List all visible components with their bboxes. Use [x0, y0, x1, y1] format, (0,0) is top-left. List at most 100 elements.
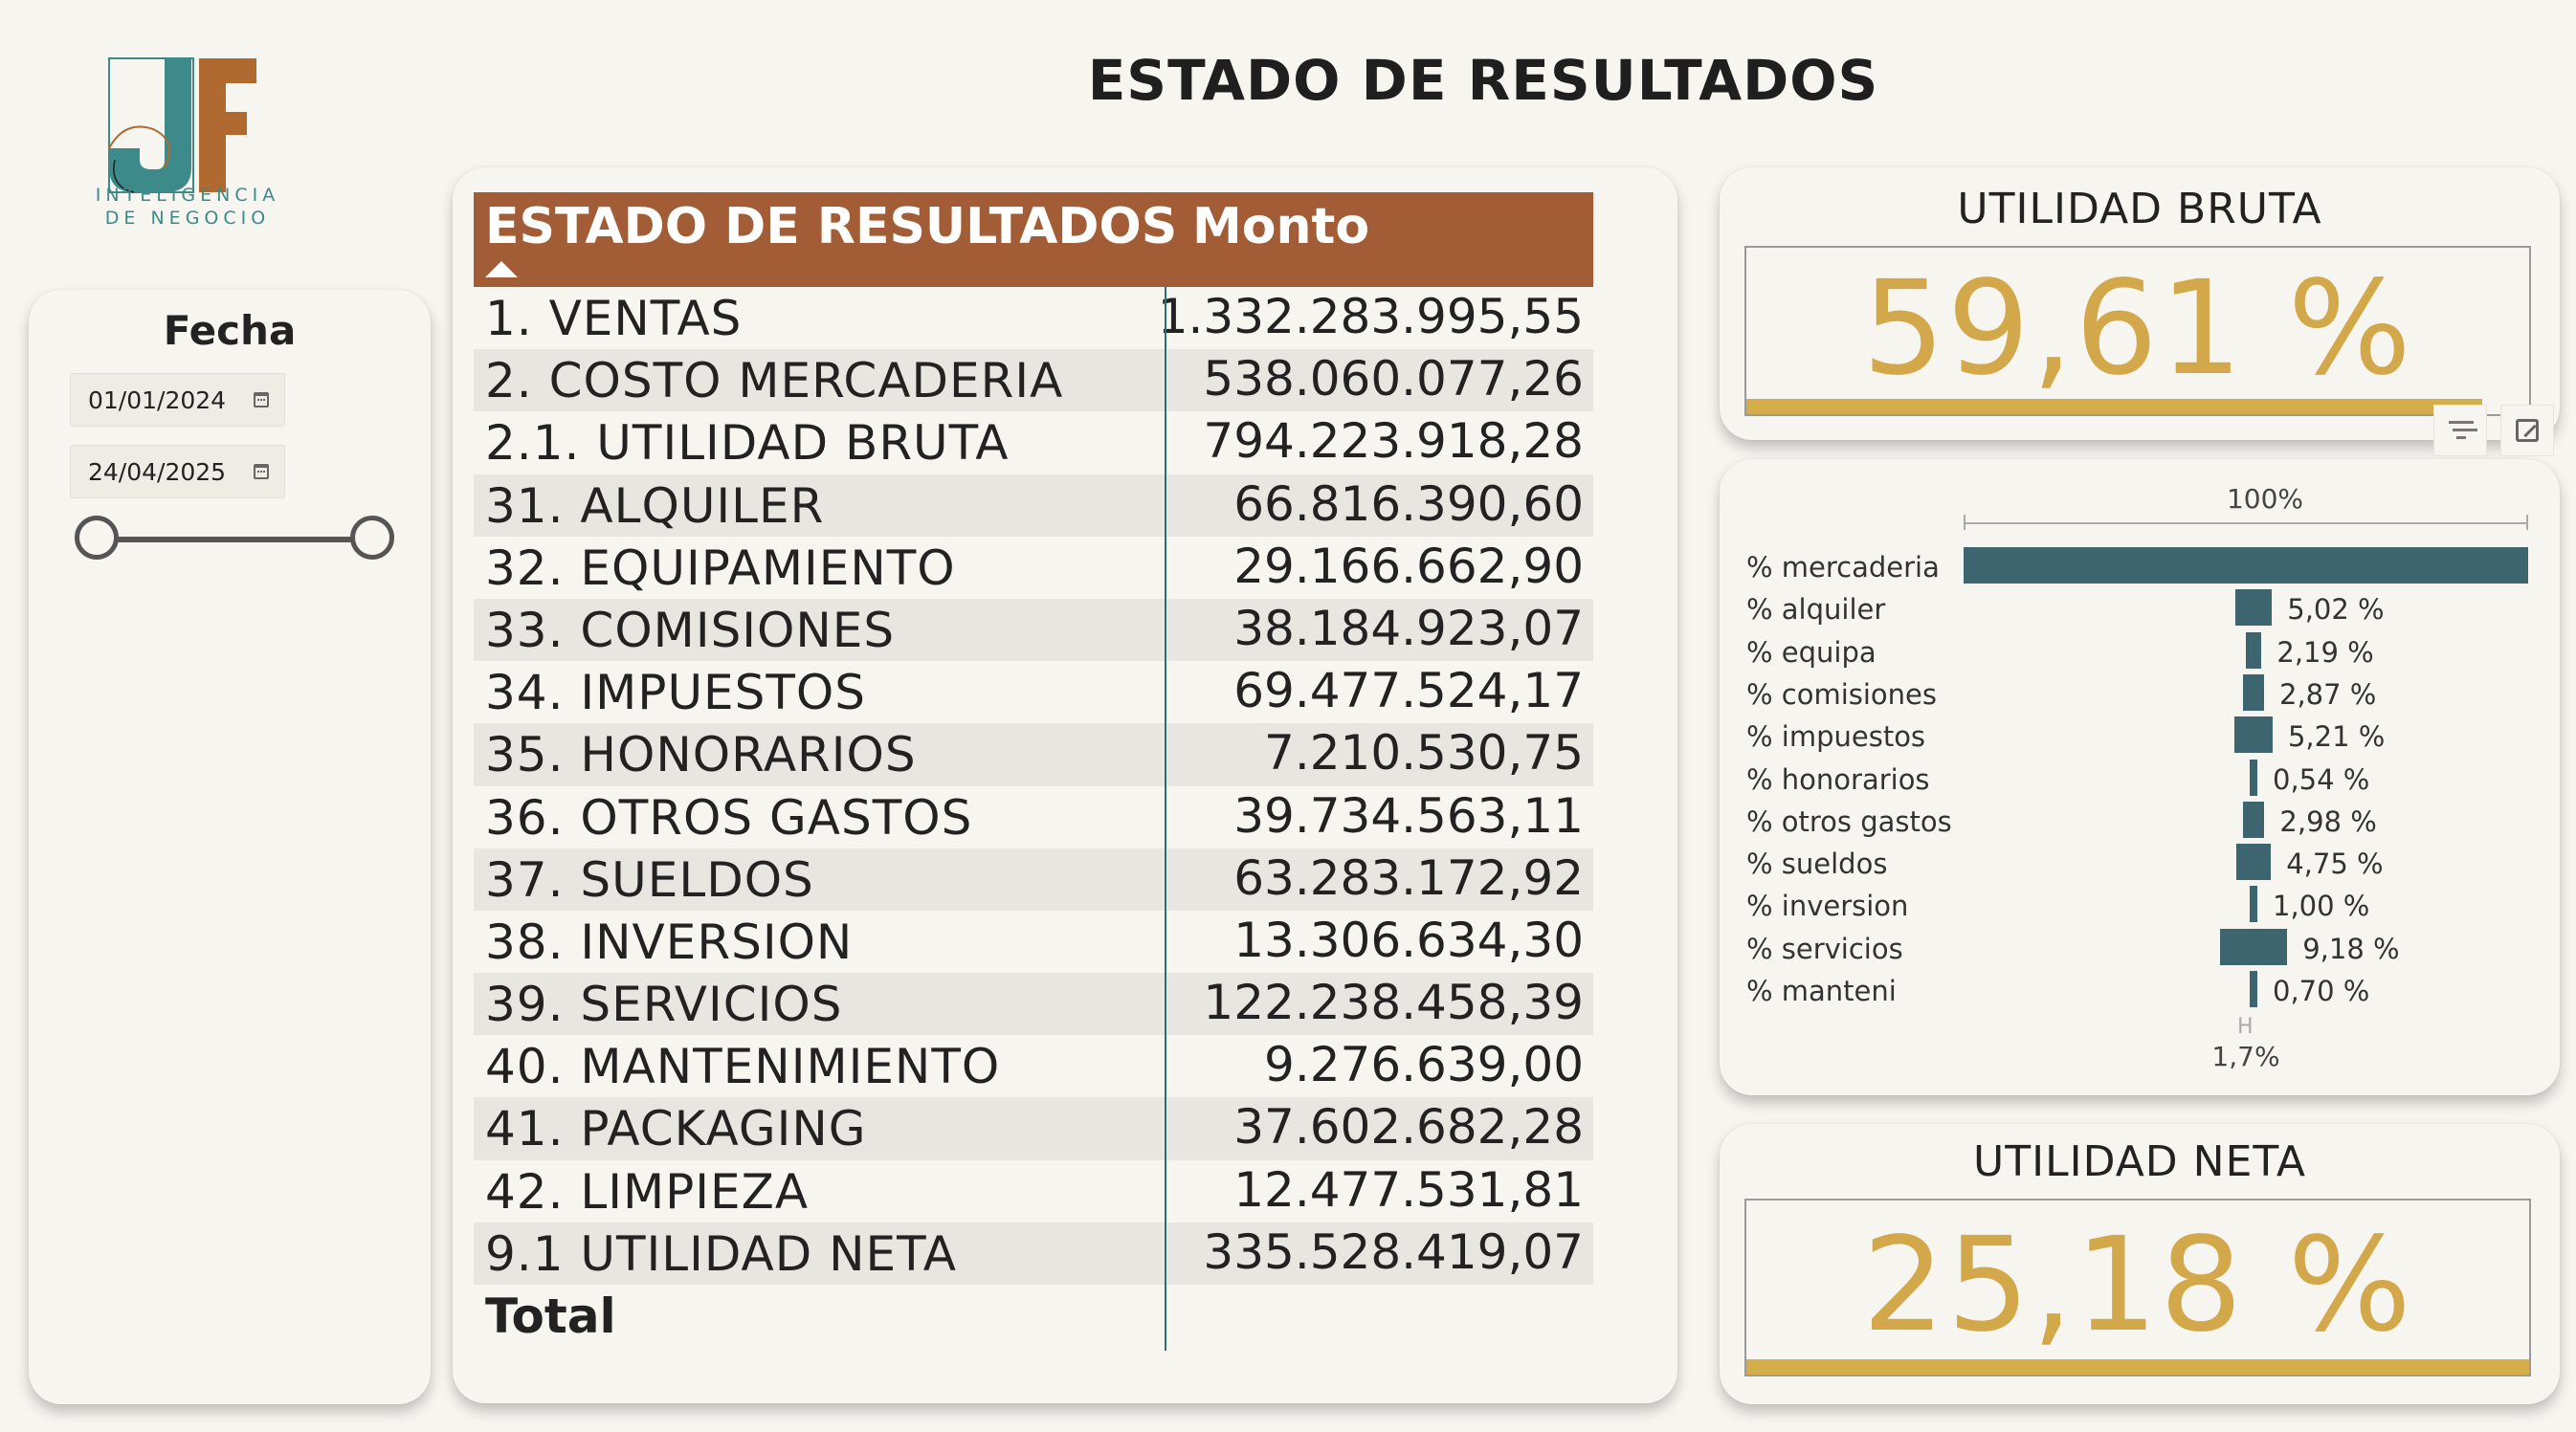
row-label: 2.1. UTILIDAD BRUTA [485, 415, 1010, 472]
calendar-icon[interactable] [254, 464, 269, 479]
row-label: 37. SUELDOS [485, 851, 814, 908]
bar-label: % mercaderia [1746, 551, 1940, 584]
bar-label: % sueldos [1746, 848, 1888, 881]
bar[interactable] [2219, 928, 2288, 965]
bar-value-label: 0,70 % [2273, 975, 2370, 1007]
row-label: 1. VENTAS [485, 291, 743, 346]
row-amount: 794.223.918,28 [1203, 413, 1584, 470]
row-label: 41. PACKAGING [485, 1101, 867, 1157]
bar[interactable] [2234, 716, 2273, 754]
filter-icon [2449, 421, 2474, 439]
table-row[interactable]: 9.1 UTILIDAD NETA 335.528.419,07 [474, 1222, 1593, 1285]
bar-row[interactable]: % alquiler 5,02 % [1720, 589, 2560, 631]
row-amount: 1.332.283.995,55 [1157, 289, 1584, 344]
row-amount: 9.276.639,00 [1264, 1037, 1584, 1093]
bar[interactable] [2250, 759, 2257, 796]
bar-value-label: 5,02 % [2287, 593, 2385, 627]
column-header-concept[interactable]: ESTADO DE RESULTADOS [485, 198, 1177, 255]
logo-subtitle-line2: DE NEGOCIO [104, 208, 271, 229]
bar-label: % comisiones [1746, 677, 1938, 711]
table-row[interactable]: 36. OTROS GASTOS 39.734.563,11 [474, 786, 1593, 848]
column-header-amount[interactable]: Monto [1192, 198, 1369, 255]
row-amount: 38.184.923,07 [1233, 600, 1584, 656]
bar-row[interactable]: % comisiones 2,87 % [1720, 673, 2560, 716]
axis-tick [2526, 515, 2528, 530]
bar[interactable] [2235, 844, 2272, 881]
table-row[interactable]: 2. COSTO MERCADERIA 538.060.077,26 [474, 349, 1593, 412]
income-statement-card: ESTADO DE RESULTADOS Monto 1. VENTAS 1.33… [453, 167, 1677, 1403]
bar[interactable] [2242, 801, 2265, 838]
start-date-input[interactable]: 01/01/2024 [70, 373, 285, 427]
gross-margin-box: 59,61 % [1744, 246, 2531, 416]
chart-bottom-label: 1,7% [2211, 1041, 2280, 1072]
row-label: 38. INVERSION [485, 914, 854, 970]
focus-mode-button[interactable] [2500, 405, 2554, 456]
table-row[interactable]: 40. MANTENIMIENTO 9.276.639,00 [474, 1035, 1593, 1097]
date-range-end-handle[interactable] [350, 516, 394, 560]
table-row[interactable]: 37. SUELDOS 63.283.172,92 [474, 848, 1593, 911]
date-range-slider-track[interactable] [101, 537, 379, 542]
row-label: 31. ALQUILER [485, 477, 825, 534]
bar[interactable] [2250, 886, 2257, 923]
bar-label: % equipa [1746, 635, 1876, 669]
table-row[interactable]: 32. EQUIPAMIENTO 29.166.662,90 [474, 537, 1593, 599]
bar-row[interactable]: % manteni 0,70 % [1720, 971, 2560, 1013]
net-margin-box: 25,18 % [1744, 1199, 2531, 1377]
bar[interactable] [1964, 547, 2528, 584]
filter-button[interactable] [2433, 405, 2487, 456]
table-row[interactable]: 42. LIMPIEZA 12.477.531,81 [474, 1160, 1593, 1223]
bar-label: % servicios [1746, 932, 1903, 965]
end-date-input[interactable]: 24/04/2025 [70, 445, 285, 498]
row-amount: 7.210.530,75 [1264, 725, 1584, 782]
bar-label: % manteni [1746, 975, 1897, 1007]
row-amount: 63.283.172,92 [1233, 849, 1584, 906]
bar-row[interactable]: % mercaderia [1720, 547, 2560, 589]
table-row[interactable]: 33. COMISIONES 38.184.923,07 [474, 598, 1593, 662]
bar[interactable] [2250, 971, 2257, 1007]
row-amount: 538.060.077,26 [1203, 351, 1584, 408]
date-slicer-card: Fecha 01/01/2024 24/04/2025 [29, 290, 431, 1404]
table-row[interactable]: 34. IMPUESTOS 69.477.524,17 [474, 661, 1593, 723]
net-margin-progress-bar [1746, 1359, 2529, 1375]
expense-percent-chart-card: 100% % mercaderia % alquiler 5,02 % % equip… [1720, 459, 2560, 1095]
date-range-start-handle[interactable] [75, 516, 119, 560]
bar[interactable] [2245, 631, 2262, 669]
row-label: 40. MANTENIMIENTO [485, 1039, 1001, 1095]
bar-row[interactable]: % sueldos 4,75 % [1720, 844, 2560, 886]
table-row[interactable]: 31. ALQUILER 66.816.390,60 [474, 474, 1593, 537]
end-date-value: 24/04/2025 [88, 458, 227, 486]
table-row[interactable]: 38. INVERSION 13.306.634,30 [474, 911, 1593, 973]
bar[interactable] [2234, 589, 2273, 627]
bar[interactable] [2242, 673, 2264, 711]
table-row[interactable]: 35. HONORARIOS 7.210.530,75 [474, 723, 1593, 786]
net-margin-value: 25,18 % [1862, 1210, 2413, 1361]
row-amount: 37.602.682,28 [1233, 1099, 1584, 1156]
bar-row[interactable]: % honorarios 0,54 % [1720, 759, 2560, 802]
bar-row[interactable]: % otros gastos 2,98 % [1720, 801, 2560, 844]
bar-row[interactable]: % impuestos 5,21 % [1720, 716, 2560, 759]
row-label: 33. COMISIONES [485, 602, 896, 658]
bar-label: % honorarios [1746, 762, 1930, 796]
date-slicer-title: Fecha [163, 307, 297, 354]
total-label: Total [485, 1289, 616, 1344]
row-label: 34. IMPUESTOS [485, 665, 867, 721]
bar-row[interactable]: % inversion 1,00 % [1720, 886, 2560, 928]
row-label: 42. LIMPIEZA [485, 1163, 810, 1220]
bar-row[interactable]: % servicios 9,18 % [1720, 928, 2560, 971]
row-amount: 69.477.524,17 [1233, 663, 1584, 719]
gross-margin-progress-bar [1746, 399, 2482, 414]
table-row[interactable]: 39. SERVICIOS 122.238.458,39 [474, 973, 1593, 1036]
table-row[interactable]: 41. PACKAGING 37.602.682,28 [474, 1097, 1593, 1160]
logo-subtitle: INTELIGENCIA DE NEGOCIO [92, 184, 283, 230]
row-label: 9.1 UTILIDAD NETA [485, 1225, 957, 1282]
calendar-icon[interactable] [254, 392, 269, 408]
row-amount: 122.238.458,39 [1203, 975, 1584, 1031]
row-label: 39. SERVICIOS [485, 977, 843, 1033]
table-row[interactable]: 1. VENTAS 1.332.283.995,55 [474, 287, 1593, 349]
bar-value-label: 2,87 % [2279, 677, 2377, 711]
sort-ascending-icon[interactable] [485, 261, 518, 277]
bar-value-label: 5,21 % [2287, 720, 2386, 754]
table-row[interactable]: 2.1. UTILIDAD BRUTA 794.223.918,28 [474, 411, 1593, 474]
row-amount: 29.166.662,90 [1233, 538, 1584, 594]
bar-row[interactable]: % equipa 2,19 % [1720, 631, 2560, 674]
